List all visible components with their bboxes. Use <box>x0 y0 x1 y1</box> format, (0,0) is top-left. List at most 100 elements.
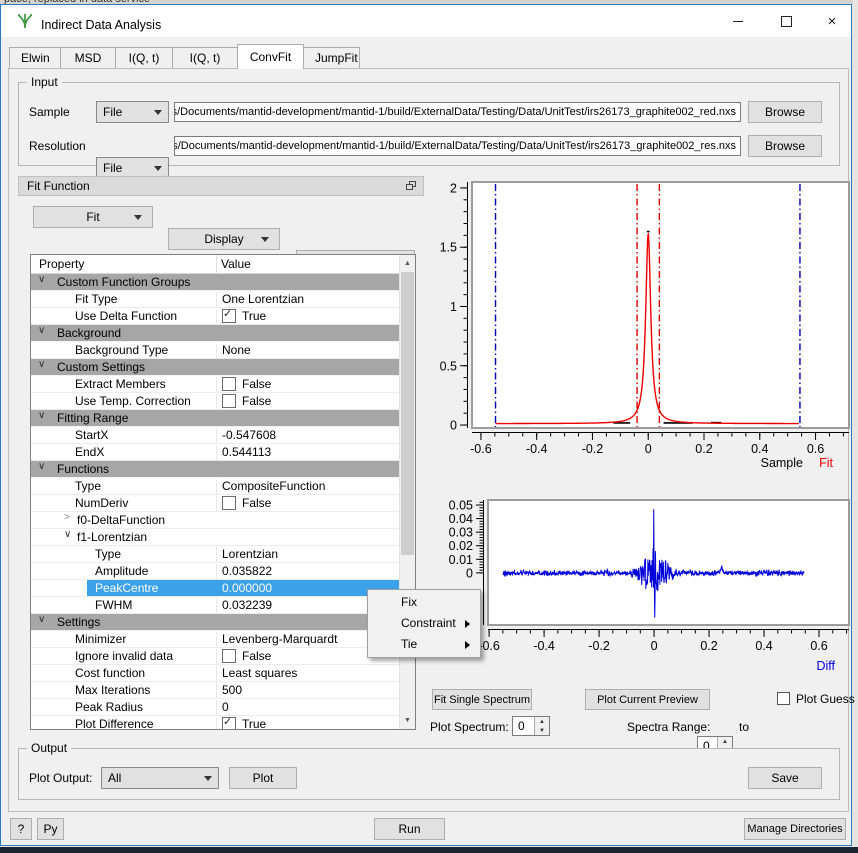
property-group-row[interactable]: ∨ Custom Function Groups <box>31 274 399 291</box>
property-group-row[interactable]: ∨ Fitting Range <box>31 410 399 427</box>
sample-browse-button[interactable]: Browse <box>748 101 822 123</box>
menu-item-tie[interactable]: Tie <box>368 634 480 655</box>
property-value[interactable]: Least squares <box>216 666 399 682</box>
save-button[interactable]: Save <box>748 767 822 789</box>
property-row[interactable]: Type Lorentzian <box>31 546 399 563</box>
help-button[interactable]: ? <box>10 818 32 840</box>
property-value[interactable]: False <box>216 496 399 512</box>
sample-source-combo[interactable]: File <box>96 101 169 123</box>
dock-float-icon[interactable] <box>406 181 417 191</box>
property-row[interactable]: Amplitude 0.035822 <box>31 563 399 580</box>
property-row[interactable]: NumDeriv False <box>31 495 399 512</box>
unchecked-checkbox[interactable] <box>222 649 236 663</box>
collapse-chevron-icon[interactable]: ∨ <box>38 614 45 625</box>
diff-preview-plot[interactable]: -0.6-0.4-0.200.20.40.600.010.020.030.040… <box>430 490 858 685</box>
property-row[interactable]: Peak Radius 0 <box>31 699 399 716</box>
collapse-chevron-icon[interactable]: ∨ <box>38 359 45 370</box>
plot-output-value: All <box>108 771 121 785</box>
plot-output-combo[interactable]: All <box>101 767 219 789</box>
property-value[interactable]: -0.547608 <box>216 428 399 444</box>
plot-guess-checkbox[interactable] <box>777 692 790 705</box>
property-value[interactable]: False <box>216 377 399 393</box>
manage-directories-button[interactable]: Manage Directories <box>744 818 846 840</box>
property-row[interactable]: Minimizer Levenberg-Marquardt <box>31 631 399 648</box>
minimize-button[interactable] <box>722 7 754 35</box>
property-row[interactable]: Fit Type One Lorentzian <box>31 291 399 308</box>
svg-text:2: 2 <box>450 181 457 195</box>
property-value[interactable]: None <box>216 343 399 359</box>
unchecked-checkbox[interactable] <box>222 394 236 408</box>
resolution-path-field[interactable]: s/Documents/mantid-development/mantid-1/… <box>174 136 741 156</box>
unchecked-checkbox[interactable] <box>222 496 236 510</box>
property-row[interactable]: ∨ f1-Lorentzian <box>31 529 399 546</box>
fit-single-spectrum-button[interactable]: Fit Single Spectrum <box>432 689 532 710</box>
python-button[interactable]: Py <box>37 818 64 840</box>
expanded-chevron-icon[interactable]: ∨ <box>64 529 71 540</box>
maximize-button[interactable] <box>770 7 802 35</box>
unchecked-checkbox[interactable] <box>222 377 236 391</box>
plot-current-preview-button[interactable]: Plot Current Preview <box>585 689 710 710</box>
property-row[interactable]: Plot Difference ✓True <box>31 716 399 729</box>
property-row[interactable]: Use Delta Function ✓True <box>31 308 399 325</box>
collapse-chevron-icon[interactable]: ∨ <box>38 410 45 421</box>
property-group-row[interactable]: ∨ Custom Settings <box>31 359 399 376</box>
property-row[interactable]: Use Temp. Correction False <box>31 393 399 410</box>
property-group-row[interactable]: ∨ Functions <box>31 461 399 478</box>
menu-item-constraint[interactable]: Constraint <box>368 613 480 634</box>
property-value[interactable]: Lorentzian <box>216 547 399 563</box>
collapse-chevron-icon[interactable]: ∨ <box>38 274 45 285</box>
sample-fit-preview-plot[interactable]: -0.6-0.4-0.200.20.40.600.511.52FitSample <box>430 178 858 478</box>
property-group-row[interactable]: ∨ Settings <box>31 614 399 631</box>
sample-path-field[interactable]: s/Documents/mantid-development/mantid-1/… <box>174 102 741 122</box>
property-value[interactable]: ✓True <box>216 717 399 729</box>
checked-checkbox[interactable]: ✓ <box>222 717 236 729</box>
checked-checkbox[interactable]: ✓ <box>222 309 236 323</box>
close-button[interactable]: × <box>816 7 848 35</box>
collapse-chevron-icon[interactable]: ∨ <box>38 461 45 472</box>
collapsed-chevron-icon[interactable]: > <box>64 512 70 523</box>
property-row[interactable]: FWHM 0.032239 <box>31 597 399 614</box>
property-row[interactable]: StartX -0.547608 <box>31 427 399 444</box>
property-row[interactable]: Cost function Least squares <box>31 665 399 682</box>
resolution-label: Resolution <box>29 139 86 153</box>
run-button[interactable]: Run <box>374 818 445 840</box>
svg-text:0.5: 0.5 <box>440 359 457 373</box>
menu-item-fix[interactable]: Fix <box>368 592 480 613</box>
spinner-arrows-icon[interactable]: ▲▼ <box>534 717 549 735</box>
property-value[interactable]: 500 <box>216 683 399 699</box>
plot-button[interactable]: Plot <box>229 767 297 789</box>
svg-text:0: 0 <box>651 639 658 653</box>
property-row[interactable]: Background Type None <box>31 342 399 359</box>
property-value[interactable]: 0.035822 <box>216 564 399 580</box>
fit-menu-button[interactable]: Fit <box>33 206 153 228</box>
scroll-up-button[interactable]: ▲ <box>400 255 415 272</box>
property-value[interactable]: False <box>216 394 399 410</box>
property-row[interactable]: PeakCentre 0.000000 <box>31 580 399 597</box>
resolution-browse-button[interactable]: Browse <box>748 135 822 157</box>
display-menu-button[interactable]: Display <box>168 228 280 250</box>
property-value[interactable]: ✓True <box>216 309 399 325</box>
property-row[interactable]: EndX 0.544113 <box>31 444 399 461</box>
property-table-rows: ∨ Custom Function GroupsFit Type One Lor… <box>31 274 399 729</box>
property-row[interactable]: Max Iterations 500 <box>31 682 399 699</box>
property-value[interactable]: 0.544113 <box>216 445 399 461</box>
svg-text:0: 0 <box>466 566 473 580</box>
property-value[interactable]: One Lorentzian <box>216 292 399 308</box>
property-row[interactable]: Extract Members False <box>31 376 399 393</box>
property-row[interactable]: Ignore invalid data False <box>31 648 399 665</box>
tab-i-q-t-fit[interactable]: I(Q, t) Fit <box>172 47 238 69</box>
tab-convfit[interactable]: ConvFit <box>237 44 304 69</box>
scrollbar-thumb[interactable] <box>401 272 414 555</box>
property-value[interactable]: CompositeFunction <box>216 479 399 495</box>
property-value[interactable]: 0 <box>216 700 399 716</box>
tab-i-q-t[interactable]: I(Q, t) <box>115 47 173 69</box>
svg-text:0.02: 0.02 <box>449 539 473 553</box>
tab-jumpfit[interactable]: JumpFit <box>303 47 360 69</box>
scroll-down-button[interactable]: ▼ <box>400 712 415 729</box>
property-row[interactable]: Type CompositeFunction <box>31 478 399 495</box>
property-group-row[interactable]: ∨ Background <box>31 325 399 342</box>
sample-label: Sample <box>29 105 70 119</box>
property-row[interactable]: > f0-DeltaFunction <box>31 512 399 529</box>
collapse-chevron-icon[interactable]: ∨ <box>38 325 45 336</box>
plot-spectrum-spinbox[interactable]: 0 ▲▼ <box>512 716 550 736</box>
